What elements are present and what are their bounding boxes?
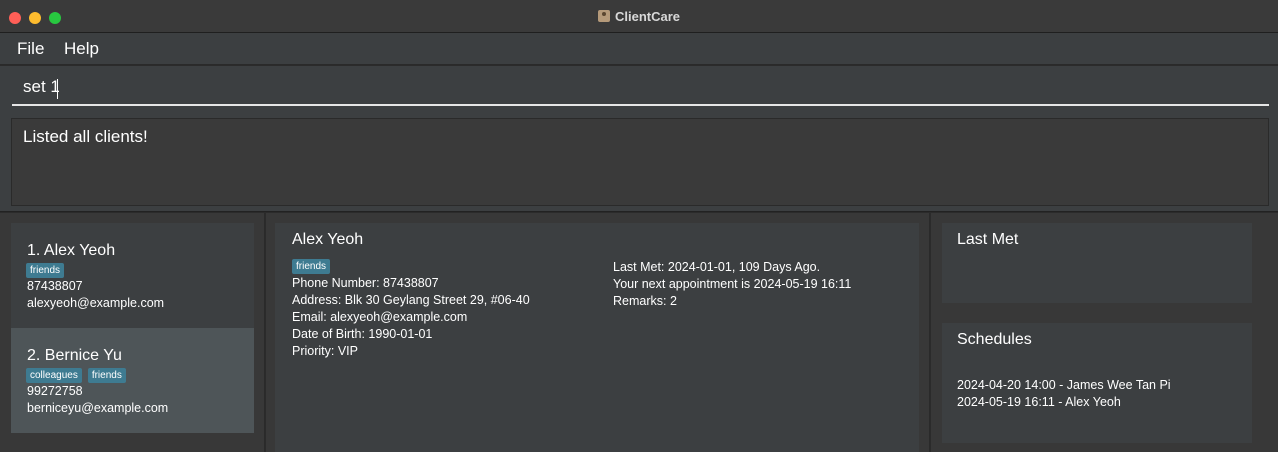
window-title: ClientCare [614, 9, 681, 24]
schedules-title: Schedules [957, 331, 1032, 348]
last-met-panel: Last Met [942, 223, 1252, 303]
client-tags: friends [26, 263, 65, 278]
client-detail-panel: Alex Yeoh friends Phone Number: 87438807… [266, 213, 930, 452]
schedule-item: 2024-04-20 14:00 - James Wee Tan Pi [957, 378, 1171, 392]
client-tags: colleagues friends [26, 368, 126, 383]
result-message: Listed all clients! [23, 127, 148, 146]
client-name: 2. Bernice Yu [27, 347, 122, 364]
client-email: alexyeoh@example.com [27, 296, 165, 310]
command-input[interactable] [12, 70, 1269, 106]
last-met-title: Last Met [957, 231, 1019, 248]
client-email: berniceyu@example.com [27, 401, 169, 415]
text-caret [57, 79, 58, 99]
side-panel: Last Met Schedules 2024-04-20 14:00 - Ja… [931, 213, 1278, 452]
result-display-area: Listed all clients! [0, 112, 1278, 212]
title-bar: ClientCare [0, 0, 1278, 33]
command-box [0, 66, 1278, 112]
tag-badge: friends [87, 368, 126, 383]
client-detail-card: Alex Yeoh friends Phone Number: 87438807… [275, 223, 919, 452]
detail-email: Email: alexyeoh@example.com [292, 310, 468, 324]
detail-remarks: Remarks: 2 [613, 294, 677, 308]
menu-help[interactable]: Help [64, 39, 99, 59]
detail-dob: Date of Birth: 1990-01-01 [292, 327, 433, 341]
client-card[interactable]: 1. Alex Yeoh friends 87438807 alexyeoh@e… [11, 223, 254, 328]
window-title-container: ClientCare [0, 9, 1278, 24]
tag-badge: friends [292, 259, 331, 274]
schedules-panel: Schedules 2024-04-20 14:00 - James Wee T… [942, 323, 1252, 443]
client-list-panel[interactable]: 1. Alex Yeoh friends 87438807 alexyeoh@e… [0, 213, 265, 452]
detail-priority: Priority: VIP [292, 344, 358, 358]
tag-badge: colleagues [26, 368, 82, 383]
client-card-selected[interactable]: 2. Bernice Yu colleagues friends 9927275… [11, 328, 254, 433]
detail-name: Alex Yeoh [292, 231, 364, 248]
client-phone: 99272758 [27, 384, 83, 398]
detail-address: Address: Blk 30 Geylang Street 29, #06-4… [292, 293, 530, 307]
detail-tags: friends [292, 259, 331, 274]
detail-last-met: Last Met: 2024-01-01, 109 Days Ago. [613, 260, 821, 274]
schedule-item: 2024-05-19 16:11 - Alex Yeoh [957, 395, 1121, 409]
tag-badge: friends [26, 263, 65, 278]
result-display[interactable]: Listed all clients! [11, 118, 1269, 206]
detail-phone: Phone Number: 87438807 [292, 276, 439, 290]
client-phone: 87438807 [27, 279, 83, 293]
detail-next-appointment: Your next appointment is 2024-05-19 16:1… [613, 277, 852, 291]
client-name: 1. Alex Yeoh [27, 242, 116, 259]
app-icon [597, 10, 610, 22]
menu-bar: File Help [0, 33, 1278, 65]
menu-file[interactable]: File [17, 39, 44, 59]
